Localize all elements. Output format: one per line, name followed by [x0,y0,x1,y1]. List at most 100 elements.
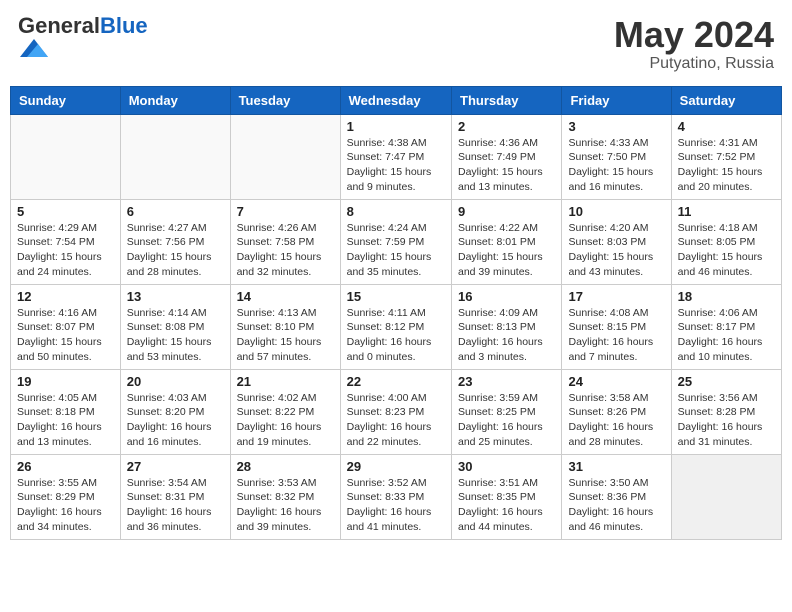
calendar-cell: 15 Sunrise: 4:11 AMSunset: 8:12 PMDayligh… [340,284,451,369]
calendar-cell: 5 Sunrise: 4:29 AMSunset: 7:54 PMDaylight… [11,199,121,284]
day-info: Sunrise: 3:51 AMSunset: 8:35 PMDaylight:… [458,476,555,535]
calendar-cell: 1Sunrise: 4:38 AMSunset: 7:47 PMDaylight… [340,114,451,199]
calendar-cell: 6 Sunrise: 4:27 AMSunset: 7:56 PMDaylight… [120,199,230,284]
day-info: Sunrise: 4:24 AMSunset: 7:59 PMDaylight:… [347,221,445,280]
day-info: Sunrise: 4:13 AMSunset: 8:10 PMDaylight:… [237,306,334,365]
calendar-cell: 30 Sunrise: 3:51 AMSunset: 8:35 PMDayligh… [452,454,562,539]
day-info: Sunrise: 4:08 AMSunset: 8:15 PMDaylight:… [568,306,664,365]
day-number: 15 [347,289,445,304]
calendar-cell: 25 Sunrise: 3:56 AMSunset: 8:28 PMDayligh… [671,369,781,454]
day-info: Sunrise: 3:59 AMSunset: 8:25 PMDaylight:… [458,391,555,450]
day-info: Sunrise: 4:14 AMSunset: 8:08 PMDaylight:… [127,306,224,365]
day-number: 20 [127,374,224,389]
calendar-cell [671,454,781,539]
calendar-title: May 2024 [614,15,774,55]
calendar-location: Putyatino, Russia [614,55,774,73]
day-number: 29 [347,459,445,474]
day-info: Sunrise: 3:54 AMSunset: 8:31 PMDaylight:… [127,476,224,535]
page-header: GeneralBlue May 2024 Putyatino, Russia [10,10,782,78]
logo-blue-text: Blue [100,13,148,38]
week-row-2: 5 Sunrise: 4:29 AMSunset: 7:54 PMDaylight… [11,199,782,284]
day-info: Sunrise: 4:11 AMSunset: 8:12 PMDaylight:… [347,306,445,365]
calendar-cell [120,114,230,199]
weekday-header-monday: Monday [120,86,230,114]
logo-general-text: General [18,13,100,38]
weekday-header-sunday: Sunday [11,86,121,114]
day-info: Sunrise: 3:50 AMSunset: 8:36 PMDaylight:… [568,476,664,535]
day-info: Sunrise: 4:22 AMSunset: 8:01 PMDaylight:… [458,221,555,280]
day-number: 3 [568,119,664,134]
calendar-cell: 7 Sunrise: 4:26 AMSunset: 7:58 PMDaylight… [230,199,340,284]
day-info: Sunrise: 4:05 AMSunset: 8:18 PMDaylight:… [17,391,114,450]
day-info: Sunrise: 4:27 AMSunset: 7:56 PMDaylight:… [127,221,224,280]
day-info: Sunrise: 4:06 AMSunset: 8:17 PMDaylight:… [678,306,775,365]
day-info: Sunrise: 4:29 AMSunset: 7:54 PMDaylight:… [17,221,114,280]
calendar-cell: 2 Sunrise: 4:36 AMSunset: 7:49 PMDaylight… [452,114,562,199]
day-number: 5 [17,204,114,219]
day-info: Sunrise: 4:03 AMSunset: 8:20 PMDaylight:… [127,391,224,450]
day-info: Sunrise: 4:02 AMSunset: 8:22 PMDaylight:… [237,391,334,450]
calendar-cell: 31 Sunrise: 3:50 AMSunset: 8:36 PMDayligh… [562,454,671,539]
weekday-header-row: SundayMondayTuesdayWednesdayThursdayFrid… [11,86,782,114]
day-number: 31 [568,459,664,474]
week-row-5: 26 Sunrise: 3:55 AMSunset: 8:29 PMDayligh… [11,454,782,539]
calendar-cell: 28 Sunrise: 3:53 AMSunset: 8:32 PMDayligh… [230,454,340,539]
calendar-cell [11,114,121,199]
calendar-cell [230,114,340,199]
day-info: Sunrise: 3:55 AMSunset: 8:29 PMDaylight:… [17,476,114,535]
day-info: Sunrise: 4:33 AMSunset: 7:50 PMDaylight:… [568,136,664,195]
day-info: Sunrise: 4:18 AMSunset: 8:05 PMDaylight:… [678,221,775,280]
day-number: 14 [237,289,334,304]
day-info: Sunrise: 4:31 AMSunset: 7:52 PMDaylight:… [678,136,775,195]
day-number: 12 [17,289,114,304]
day-number: 1 [347,119,445,134]
day-number: 10 [568,204,664,219]
calendar-table: SundayMondayTuesdayWednesdayThursdayFrid… [10,86,782,540]
day-number: 16 [458,289,555,304]
week-row-1: 1Sunrise: 4:38 AMSunset: 7:47 PMDaylight… [11,114,782,199]
day-number: 25 [678,374,775,389]
calendar-cell: 9 Sunrise: 4:22 AMSunset: 8:01 PMDaylight… [452,199,562,284]
weekday-header-tuesday: Tuesday [230,86,340,114]
calendar-cell: 27 Sunrise: 3:54 AMSunset: 8:31 PMDayligh… [120,454,230,539]
calendar-cell: 26 Sunrise: 3:55 AMSunset: 8:29 PMDayligh… [11,454,121,539]
calendar-cell: 12 Sunrise: 4:16 AMSunset: 8:07 PMDayligh… [11,284,121,369]
calendar-cell: 3 Sunrise: 4:33 AMSunset: 7:50 PMDaylight… [562,114,671,199]
day-info: Sunrise: 4:36 AMSunset: 7:49 PMDaylight:… [458,136,555,195]
day-info: Sunrise: 4:00 AMSunset: 8:23 PMDaylight:… [347,391,445,450]
day-info: Sunrise: 4:20 AMSunset: 8:03 PMDaylight:… [568,221,664,280]
day-number: 8 [347,204,445,219]
day-number: 6 [127,204,224,219]
calendar-cell: 8 Sunrise: 4:24 AMSunset: 7:59 PMDaylight… [340,199,451,284]
day-number: 11 [678,204,775,219]
day-number: 9 [458,204,555,219]
day-info: Sunrise: 4:26 AMSunset: 7:58 PMDaylight:… [237,221,334,280]
day-number: 26 [17,459,114,474]
week-row-3: 12 Sunrise: 4:16 AMSunset: 8:07 PMDayligh… [11,284,782,369]
day-info: Sunrise: 3:52 AMSunset: 8:33 PMDaylight:… [347,476,445,535]
calendar-cell: 16 Sunrise: 4:09 AMSunset: 8:13 PMDayligh… [452,284,562,369]
weekday-header-friday: Friday [562,86,671,114]
day-info: Sunrise: 3:53 AMSunset: 8:32 PMDaylight:… [237,476,334,535]
day-info: Sunrise: 3:56 AMSunset: 8:28 PMDaylight:… [678,391,775,450]
weekday-header-wednesday: Wednesday [340,86,451,114]
calendar-cell: 18 Sunrise: 4:06 AMSunset: 8:17 PMDayligh… [671,284,781,369]
day-number: 28 [237,459,334,474]
calendar-cell: 20 Sunrise: 4:03 AMSunset: 8:20 PMDayligh… [120,369,230,454]
day-number: 23 [458,374,555,389]
day-info: Sunrise: 4:09 AMSunset: 8:13 PMDaylight:… [458,306,555,365]
day-info: Sunrise: 4:16 AMSunset: 8:07 PMDaylight:… [17,306,114,365]
day-number: 7 [237,204,334,219]
day-number: 18 [678,289,775,304]
day-number: 30 [458,459,555,474]
weekday-header-thursday: Thursday [452,86,562,114]
day-number: 27 [127,459,224,474]
day-number: 2 [458,119,555,134]
day-number: 19 [17,374,114,389]
calendar-cell: 14 Sunrise: 4:13 AMSunset: 8:10 PMDayligh… [230,284,340,369]
calendar-cell: 11 Sunrise: 4:18 AMSunset: 8:05 PMDayligh… [671,199,781,284]
day-number: 24 [568,374,664,389]
logo: GeneralBlue [18,15,148,64]
day-info: Sunrise: 3:58 AMSunset: 8:26 PMDaylight:… [568,391,664,450]
calendar-cell: 23 Sunrise: 3:59 AMSunset: 8:25 PMDayligh… [452,369,562,454]
